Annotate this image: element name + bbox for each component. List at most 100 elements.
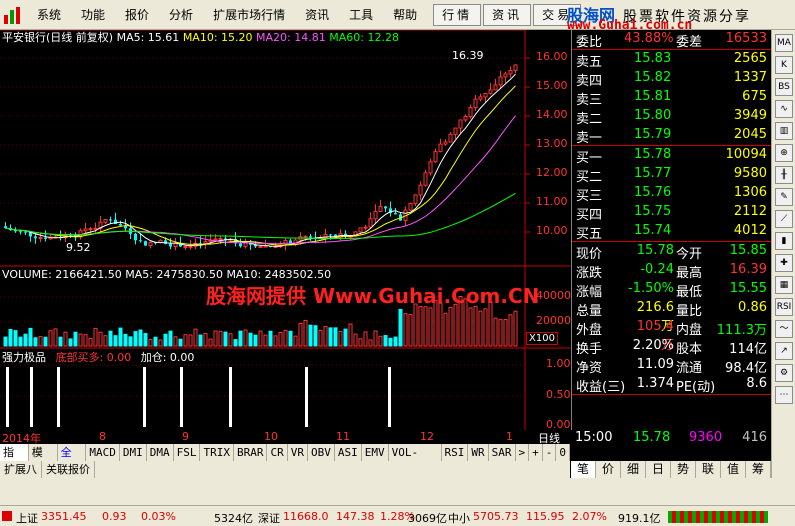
menu-help[interactable]: 帮助 [383,0,427,30]
grid-icon[interactable]: ▦ [775,276,793,294]
panel-tab[interactable]: 势 [671,461,696,478]
indicator-tab[interactable]: CR [267,444,288,461]
sh-label[interactable]: 上证 [16,510,38,526]
tab-quotes[interactable]: 行情 [433,3,482,26]
period-selector[interactable]: 日线 [527,430,571,445]
wave-icon[interactable]: 〜 [775,320,793,338]
bid-level[interactable]: 买三 15.76 1306 [572,184,771,204]
ask-level[interactable]: 卖三 15.81 675 [572,88,771,108]
indicator-legend: 强力极品 底部买多: 0.00 加仓: 0.00 [2,349,194,365]
signal-bar [143,367,146,427]
indicator-tab[interactable]: EMV [362,444,389,461]
zx-label[interactable]: 中小 [448,510,470,526]
indicator-tab[interactable]: 指标 [0,444,29,476]
panel-tab[interactable]: 笔 [571,461,596,478]
candle-body [478,96,483,100]
indicator-tab[interactable]: ASI [335,444,362,461]
sz-label[interactable]: 深证 [258,510,280,526]
volume-bar [208,338,213,347]
volume-bar [203,332,208,347]
kline-icon[interactable]: K [775,56,793,74]
panel-tab[interactable]: 筹 [746,461,771,478]
indicator-tab[interactable]: 全部 [58,444,87,476]
volume-bar [428,307,433,347]
settings-icon[interactable]: ⚙ [775,364,793,382]
sh-value: 3351.45 [41,510,87,523]
indicator-tab[interactable]: 0 [556,444,570,461]
cross-icon[interactable]: ✚ [775,254,793,272]
indicator-tab[interactable]: VOL-TDX [389,444,442,476]
more-icon[interactable]: ⋯ [775,386,793,404]
level-volume: 1306 [733,185,767,200]
indicator-tab[interactable]: WR [468,444,489,461]
indicator-tab[interactable]: FSL [174,444,201,461]
menu-system[interactable]: 系统 [27,0,71,30]
ask-level[interactable]: 卖四 15.82 1337 [572,69,771,89]
indicator-tab[interactable]: 模板 [29,444,58,476]
bid-level[interactable]: 买四 15.75 2112 [572,203,771,223]
volume-bar [8,328,13,347]
level-price: 15.77 [634,166,672,181]
indicator-tab[interactable]: TRIX [200,444,234,461]
panel-tab[interactable]: 日 [646,461,671,478]
candle-body [498,76,503,86]
indicator-tab[interactable]: RSI [442,444,469,461]
draw-icon[interactable]: ✎ [775,188,793,206]
volume-bar [513,310,518,347]
ask-level[interactable]: 卖二 15.80 3949 [572,107,771,127]
candles-icon[interactable]: ▮ [775,232,793,250]
ask-level[interactable]: 卖一 15.79 2045 [572,126,771,146]
arrow-icon[interactable]: ↗ [775,342,793,360]
volume-bar [18,336,23,347]
ma-icon[interactable]: MA [775,34,793,52]
kline-chart[interactable]: 16.00 15.00 14.00 13.00 12.00 11.00 10.0… [0,30,571,431]
volume-bar [383,335,388,347]
volume-bar [283,329,288,347]
chart-type-icon[interactable]: ╫ [775,166,793,184]
indicator-tab[interactable]: + [529,444,543,461]
rsi-icon[interactable]: RSI [775,298,793,316]
menu-extended-market[interactable]: 扩展市场行情 [203,0,295,30]
line-icon[interactable]: ∿ [775,100,793,118]
zoom-icon[interactable]: ⊕ [775,144,793,162]
panel-tab[interactable]: 价 [596,461,621,478]
indicator-tab[interactable]: VR [288,444,308,461]
menu-analysis[interactable]: 分析 [159,0,203,30]
indicator-tab[interactable]: SAR [489,444,516,461]
bid-level[interactable]: 买五 15.74 4012 [572,222,771,242]
tab-ext8[interactable]: 扩展八 [0,461,42,478]
ask-level[interactable]: 卖五 15.83 2565 [572,50,771,70]
panel-tab[interactable]: 值 [721,461,746,478]
tab-news[interactable]: 资讯 [483,3,532,26]
stat-row: 涨跌 -0.24 最高 16.39 [572,261,771,281]
indicator-tab[interactable]: DMI [120,444,147,461]
level-price: 15.78 [634,147,672,162]
level-label: 卖一 [576,131,603,146]
tab-related[interactable]: 关联报价 [42,461,95,478]
panel-tab[interactable]: 细 [621,461,646,478]
bid-level[interactable]: 买二 15.77 9580 [572,165,771,185]
menu-quote[interactable]: 报价 [115,0,159,30]
level-price: 15.76 [634,185,672,200]
signal-bar [57,367,60,427]
indicator-tab[interactable]: - [543,444,557,461]
indicator-tab[interactable]: MACD [86,444,120,461]
indicator-tab[interactable]: BRAR [234,444,268,461]
stat-value: 98.4亿 [725,361,767,376]
volume-bar [223,331,228,347]
volume-bar [63,331,68,347]
stat-label: 净资 [576,361,603,376]
indicator-tab[interactable]: OBV [308,444,335,461]
indicator-tab[interactable]: > [516,444,530,461]
bs-icon[interactable]: BS [775,78,793,96]
menu-function[interactable]: 功能 [71,0,115,30]
volume-bar [453,303,458,347]
bars-icon[interactable]: ▥ [775,122,793,140]
trend-icon[interactable]: ⟋ [775,210,793,228]
bid-level[interactable]: 买一 15.78 10094 [572,146,771,166]
indicator-tab[interactable]: DMA [147,444,174,461]
signal-bar [388,367,391,427]
menu-news[interactable]: 资讯 [295,0,339,30]
panel-tab[interactable]: 联 [696,461,721,478]
menu-tools[interactable]: 工具 [339,0,383,30]
